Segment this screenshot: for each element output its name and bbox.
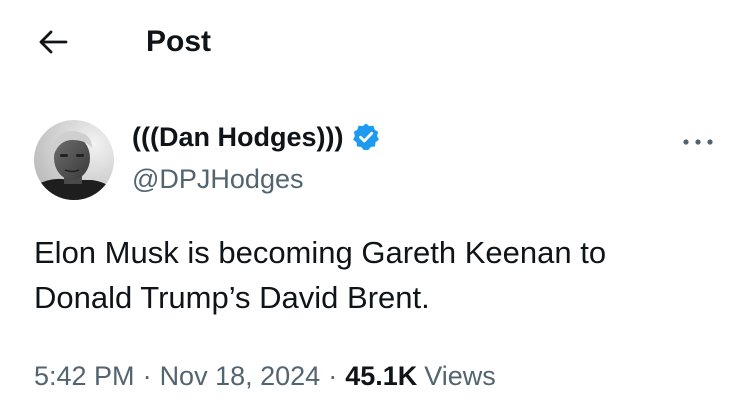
meta-separator: · [328,360,338,391]
post-date[interactable]: Nov 18, 2024 [160,361,321,392]
meta-separator: · [142,360,152,391]
avatar[interactable] [34,120,114,200]
author-display-name[interactable]: (((Dan Hodges))) [132,118,343,156]
post-time[interactable]: 5:42 PM [34,361,135,392]
arrow-left-icon [39,30,68,54]
back-button[interactable] [30,22,76,62]
page-title: Post [146,25,212,58]
more-horizontal-icon [683,139,713,145]
views-label: Views [424,360,496,391]
post-text: Elon Musk is becoming Gareth Keenan to D… [34,235,607,315]
verified-badge-icon[interactable] [351,122,381,152]
post-meta: 5:42 PM · Nov 18, 2024 · 45.1K Views [34,356,496,396]
top-bar: Post [0,0,750,84]
author-name-row: (((Dan Hodges))) [132,118,381,156]
views-count[interactable]: 45.1K [345,361,424,392]
author-handle[interactable]: @DPJHodges [132,160,303,198]
more-options-button[interactable] [676,124,720,160]
avatar-image [34,120,114,200]
